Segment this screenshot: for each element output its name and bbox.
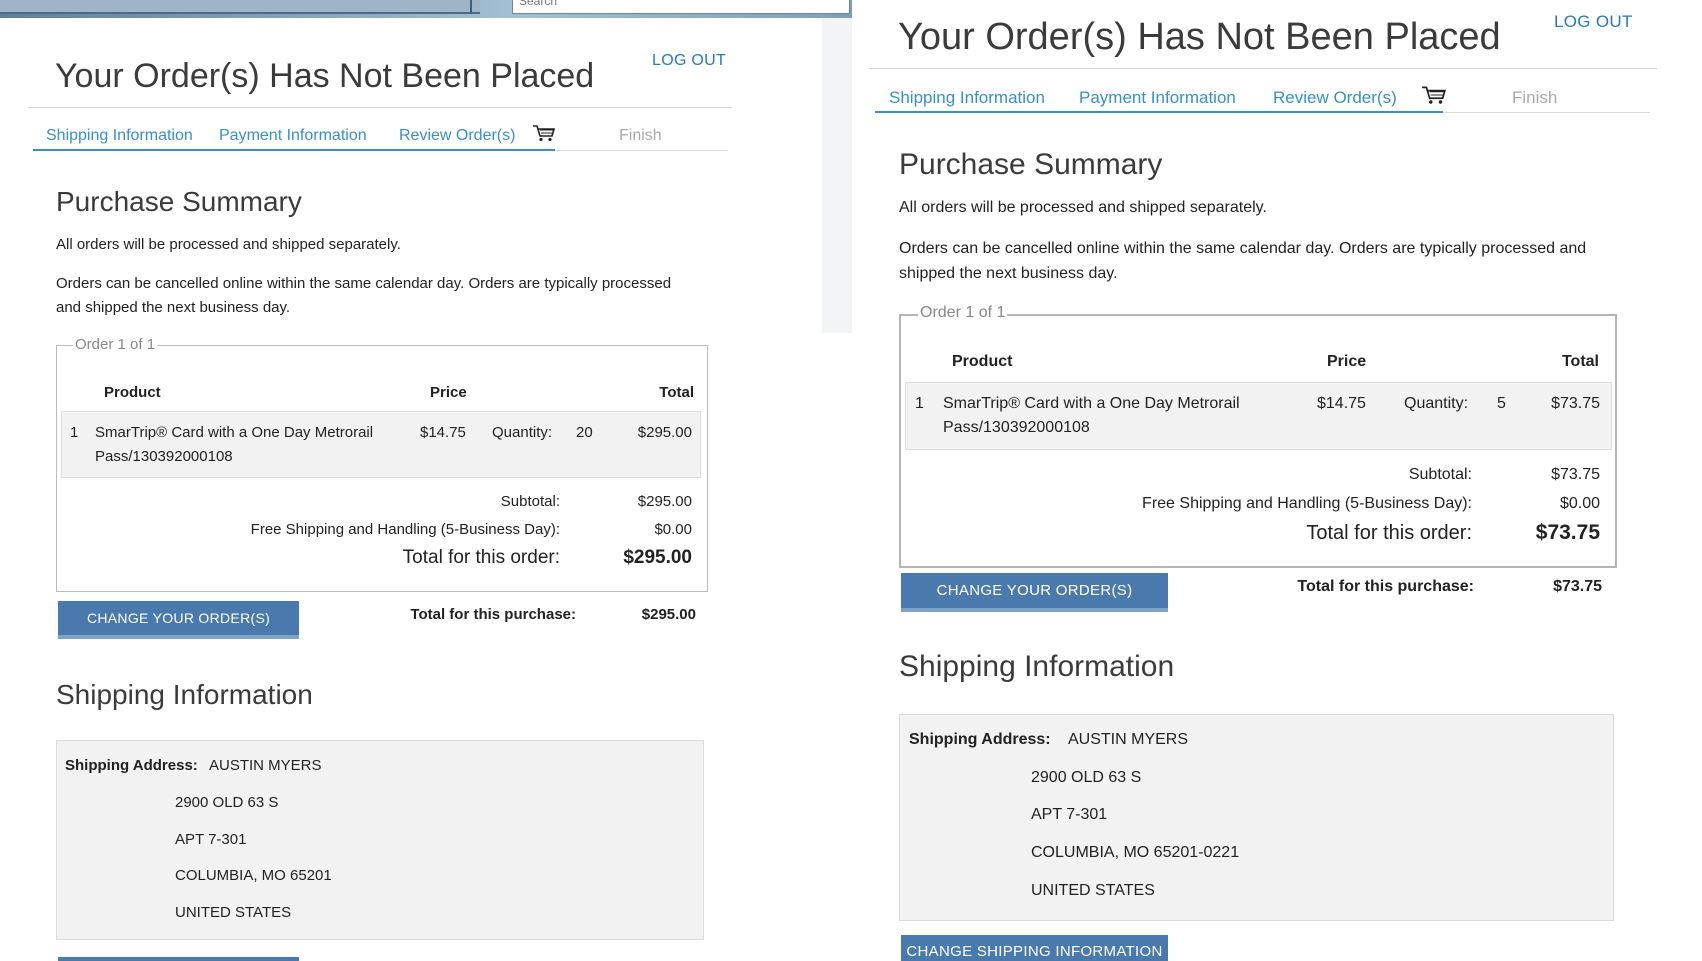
step-review-orders[interactable]: Review Order(s) (1273, 88, 1397, 108)
address-line-unit: APT 7-301 (1031, 806, 1108, 823)
cancellation-note: Orders can be cancelled online within th… (899, 240, 1587, 282)
browser-search-placeholder: Search (519, 0, 558, 8)
item-price: $14.75 (1317, 395, 1366, 412)
step-shipping-information[interactable]: Shipping Information (889, 88, 1045, 108)
address-bar[interactable] (0, 0, 480, 14)
page-edge-shadow (822, 18, 852, 333)
step-review-orders[interactable]: Review Order(s) (399, 127, 515, 145)
order-total-value: $73.75 (1535, 521, 1600, 544)
item-price: $14.75 (420, 424, 466, 441)
title-divider (869, 68, 1657, 69)
separate-shipping-note: All orders will be processed and shipped… (56, 236, 401, 253)
steps-progress-bar (875, 111, 1443, 113)
item-product-name: SmarTrip® Card with a One Day Metrorail … (943, 395, 1240, 436)
order-legend: Order 1 of 1 (73, 336, 158, 353)
change-shipping-button-partial[interactable] (58, 957, 299, 961)
shipping-information-heading: Shipping Information (56, 679, 313, 710)
quantity-label: Quantity: (1404, 395, 1469, 412)
order-total-label: Total for this order: (402, 547, 560, 568)
item-product-name: SmarTrip® Card with a One Day Metrorail … (95, 424, 374, 465)
browser-search-box[interactable]: Search (512, 0, 850, 14)
subtotal-label: Subtotal: (500, 493, 560, 510)
address-line-name: AUSTIN MYERS (209, 757, 322, 774)
cancellation-note: Orders can be cancelled online within th… (56, 275, 672, 316)
change-shipping-button[interactable]: CHANGE SHIPPING INFORMATION (901, 935, 1168, 961)
price-column-header: Price (1327, 353, 1367, 370)
shipping-label: Free Shipping and Handling (5-Business D… (1142, 495, 1472, 512)
order-total-label: Total for this order: (1306, 522, 1472, 544)
quantity-label: Quantity: (492, 424, 553, 441)
item-index: 1 (70, 424, 79, 441)
purchase-summary-heading: Purchase Summary (56, 186, 302, 217)
step-payment-information[interactable]: Payment Information (1079, 88, 1236, 108)
steps-baseline (555, 150, 728, 151)
shipping-address-label: Shipping Address: (65, 757, 198, 774)
toolbar-separator (470, 0, 472, 14)
item-index: 1 (915, 395, 924, 412)
step-shipping-information[interactable]: Shipping Information (46, 127, 193, 145)
order-legend: Order 1 of 1 (918, 304, 1008, 322)
shipping-value: $0.00 (654, 521, 692, 538)
right-panel: Your Order(s) Has Not Been Placed LOG OU… (852, 0, 1702, 961)
steps-progress-bar (33, 149, 555, 151)
subtotal-label: Subtotal: (1408, 466, 1472, 483)
purchase-total-label: Total for this purchase: (410, 606, 576, 623)
address-line-name: AUSTIN MYERS (1068, 731, 1189, 748)
change-order-button[interactable]: CHANGE YOUR ORDER(S) (901, 573, 1168, 612)
shipping-label: Free Shipping and Handling (5-Business D… (250, 521, 560, 538)
product-column-header: Product (952, 353, 1013, 370)
purchase-total-label: Total for this purchase: (1297, 578, 1474, 595)
logout-link[interactable]: LOG OUT (652, 52, 726, 70)
shipping-information-heading: Shipping Information (899, 650, 1175, 683)
steps-baseline (1443, 112, 1650, 113)
step-payment-information[interactable]: Payment Information (219, 127, 367, 145)
purchase-summary-heading: Purchase Summary (899, 148, 1163, 181)
order-total-value: $295.00 (623, 547, 692, 568)
title-divider (28, 107, 732, 108)
page-title: Your Order(s) Has Not Been Placed (898, 16, 1501, 58)
product-column-header: Product (104, 384, 161, 401)
change-order-button[interactable]: CHANGE YOUR ORDER(S) (58, 601, 299, 639)
left-panel: Search Your Order(s) Has Not Been Placed… (0, 0, 852, 961)
browser-toolbar: Search (0, 0, 852, 18)
total-column-header: Total (659, 384, 694, 401)
purchase-total-value: $295.00 (641, 606, 696, 623)
separate-shipping-note: All orders will be processed and shipped… (899, 199, 1267, 216)
total-column-header: Total (1561, 353, 1599, 370)
item-total: $73.75 (1551, 395, 1600, 412)
item-total: $295.00 (637, 424, 692, 441)
logout-link[interactable]: LOG OUT (1554, 12, 1633, 32)
address-line-city: COLUMBIA, MO 65201-0221 (1031, 844, 1240, 861)
price-column-header: Price (430, 384, 467, 401)
cart-icon (1422, 86, 1446, 104)
address-line-country: UNITED STATES (1031, 882, 1155, 899)
address-line-country: UNITED STATES (175, 904, 292, 921)
step-finish: Finish (619, 127, 662, 144)
address-line-unit: APT 7-301 (175, 831, 247, 848)
subtotal-value: $295.00 (637, 493, 692, 510)
address-line-street: 2900 OLD 63 S (175, 794, 279, 811)
address-line-street: 2900 OLD 63 S (1031, 769, 1142, 786)
shipping-address-label: Shipping Address: (909, 731, 1051, 748)
shipping-value: $0.00 (1559, 495, 1600, 512)
purchase-total-value: $73.75 (1553, 578, 1602, 595)
step-finish: Finish (1512, 88, 1558, 107)
cart-icon (533, 125, 556, 142)
page-title: Your Order(s) Has Not Been Placed (55, 57, 595, 95)
address-line-city: COLUMBIA, MO 65201 (175, 867, 332, 884)
subtotal-value: $73.75 (1551, 466, 1600, 483)
